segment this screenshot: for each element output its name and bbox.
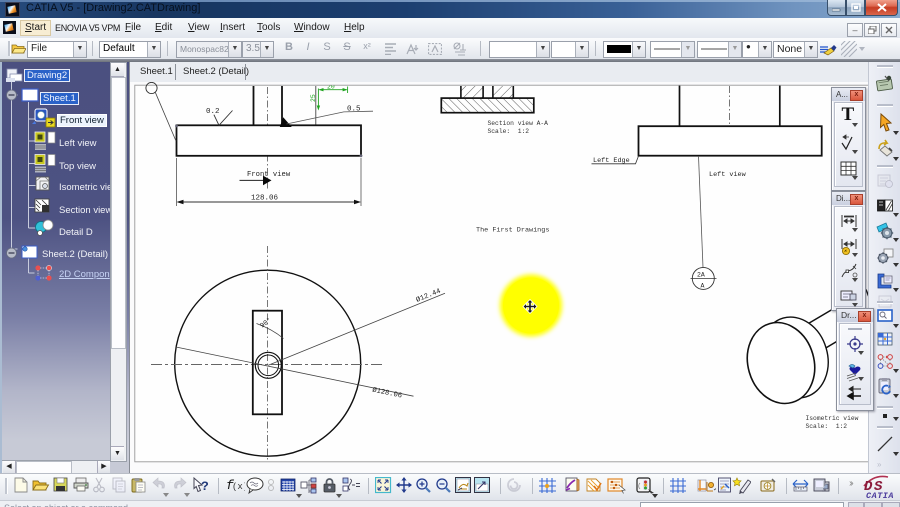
svg-text:Front view: Front view [247, 171, 291, 179]
svg-text:20: 20 [327, 84, 335, 91]
svg-text:Left view: Left view [709, 171, 747, 179]
svg-text:Section view A-A: Section view A-A [488, 120, 549, 127]
svg-text:CATIA: CATIA [866, 491, 894, 500]
svg-text:2A: 2A [697, 271, 705, 278]
svg-text:?: ? [201, 479, 209, 494]
svg-text:Scale: 1:2: Scale: 1:2 [488, 128, 530, 135]
svg-text:128.06: 128.06 [251, 195, 279, 203]
svg-text:Isometric view: Isometric view [806, 415, 859, 422]
svg-text:Scale: 1:2: Scale: 1:2 [806, 423, 848, 430]
svg-text:(x): (x) [232, 482, 245, 492]
svg-text:The First Drawings: The First Drawings [476, 227, 549, 235]
svg-text:0.2: 0.2 [206, 108, 220, 116]
svg-text:0.5: 0.5 [347, 105, 361, 113]
svg-text:25: 25 [310, 94, 317, 102]
svg-text:A: A [701, 282, 705, 289]
